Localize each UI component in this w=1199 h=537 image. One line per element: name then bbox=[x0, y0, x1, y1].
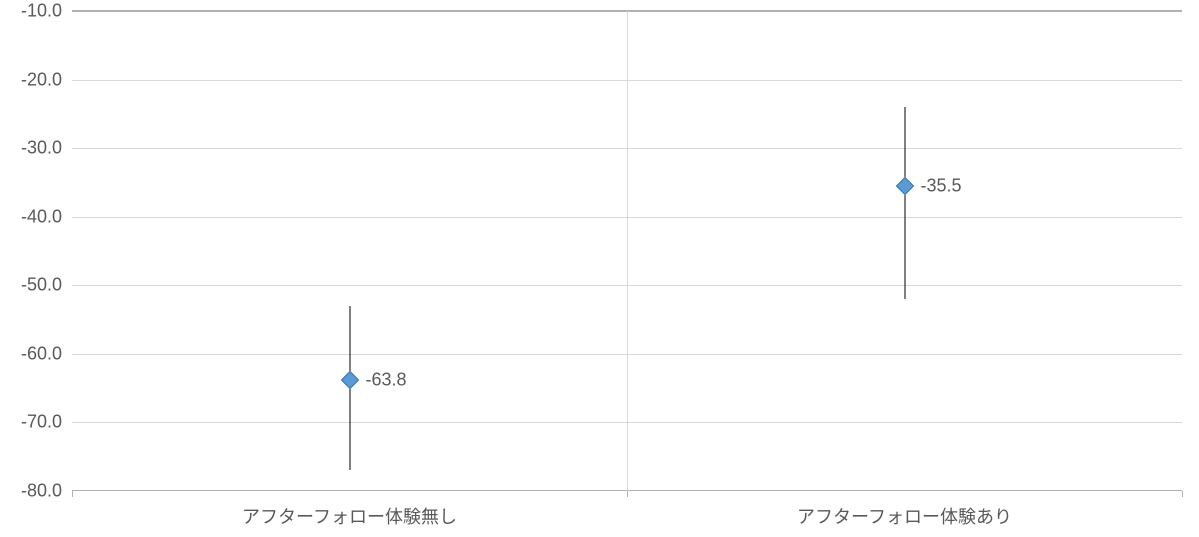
y-axis-tick-label: -80.0 bbox=[21, 481, 72, 502]
x-axis-tick bbox=[627, 491, 628, 497]
y-axis-tick-label: -10.0 bbox=[21, 1, 72, 22]
x-axis-tick-label: アフターフォロー体験無し bbox=[242, 491, 457, 529]
data-label: -63.8 bbox=[366, 369, 407, 390]
chart-container: -10.0 -20.0 -30.0 -40.0 -50.0 -60.0 -70.0 -80.0… bbox=[0, 0, 1199, 537]
plot-area: -10.0-20.0-30.0-40.0-50.0-60.0-70.0-80.0… bbox=[72, 10, 1182, 491]
y-axis-tick-label: -20.0 bbox=[21, 69, 72, 90]
y-axis-tick-label: -40.0 bbox=[21, 206, 72, 227]
diamond-marker-icon bbox=[340, 371, 358, 389]
data-label: -35.5 bbox=[921, 175, 962, 196]
error-bar bbox=[904, 107, 905, 299]
category-divider bbox=[627, 11, 628, 491]
y-axis-tick-label: -60.0 bbox=[21, 343, 72, 364]
x-axis-tick bbox=[72, 491, 73, 497]
x-axis-tick bbox=[1182, 491, 1183, 497]
y-axis-tick-label: -70.0 bbox=[21, 412, 72, 433]
x-axis-tick-label: アフターフォロー体験あり bbox=[797, 491, 1012, 529]
y-axis-tick-label: -50.0 bbox=[21, 275, 72, 296]
y-axis-tick-label: -30.0 bbox=[21, 138, 72, 159]
diamond-marker-icon bbox=[895, 177, 913, 195]
